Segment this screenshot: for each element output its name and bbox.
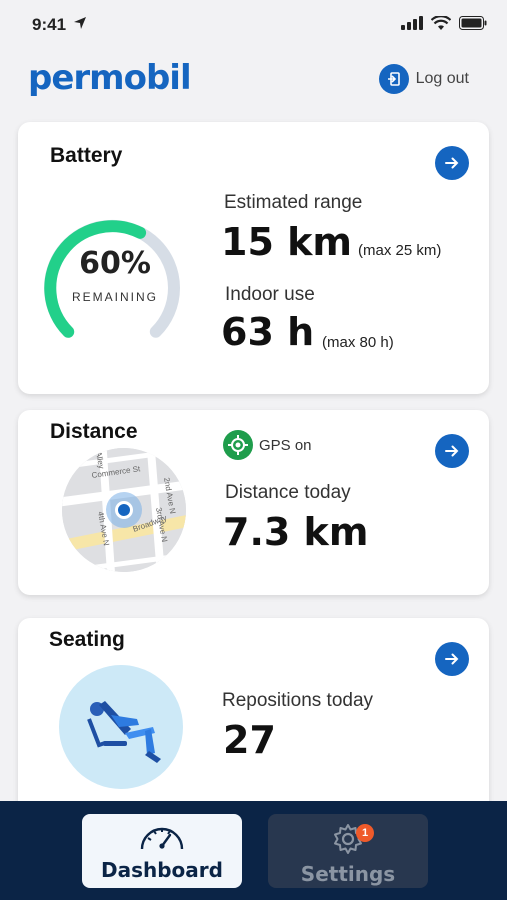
tab-settings-label: Settings	[300, 862, 396, 886]
distance-arrow-button[interactable]	[435, 434, 469, 468]
map-street-label: way	[62, 550, 78, 562]
tab-dashboard-label: Dashboard	[101, 858, 223, 882]
app-header: permobil Log out	[0, 50, 507, 110]
estimated-range-value: 15 km	[221, 220, 352, 264]
distance-card[interactable]: Distance GPS on Commerce St 2nd Ave N 3r…	[18, 410, 489, 595]
arrow-right-icon	[445, 445, 459, 457]
battery-title: Battery	[50, 144, 123, 167]
indoor-use-max: (max 80 h)	[322, 334, 394, 351]
logout-label: Log out	[415, 70, 469, 87]
settings-notification-badge: 1	[356, 824, 374, 842]
distance-title: Distance	[50, 420, 138, 443]
battery-percent: 60%	[79, 246, 151, 281]
bottom-tab-bar: Dashboard 1 Settings	[0, 801, 507, 900]
estimated-range-max: (max 25 km)	[358, 242, 442, 259]
reclined-seat-icon	[59, 665, 183, 789]
seating-arrow-button[interactable]	[435, 642, 469, 676]
gps-target-icon	[223, 430, 253, 460]
status-time: 9:41	[32, 15, 67, 34]
battery-gauge: 60% REMAINING	[40, 200, 210, 340]
speedometer-icon	[140, 827, 184, 850]
indoor-use-label: Indoor use	[225, 284, 315, 305]
tab-dashboard[interactable]: Dashboard	[82, 814, 242, 888]
gps-status: GPS on	[223, 430, 312, 460]
battery-remaining-label: REMAINING	[71, 290, 158, 304]
seating-title: Seating	[49, 628, 125, 651]
status-bar: 9:41	[0, 0, 507, 50]
distance-today-label: Distance today	[225, 482, 351, 503]
battery-card[interactable]: Battery 60% REMAINING Estimated range 15…	[18, 122, 489, 394]
location-map[interactable]: Commerce St 2nd Ave N 3rd Ave N 4th Ave …	[62, 448, 186, 572]
distance-today-value: 7.3 km	[223, 510, 369, 554]
estimated-range-label: Estimated range	[224, 192, 363, 213]
repositions-today-value: 27	[223, 718, 276, 762]
tab-settings[interactable]: 1 Settings	[268, 814, 428, 888]
battery-status-icon	[459, 16, 487, 30]
arrow-right-icon	[445, 157, 459, 169]
cellular-signal-icon	[401, 16, 423, 30]
gps-label: GPS on	[259, 436, 312, 454]
wifi-icon	[431, 16, 451, 30]
arrow-right-icon	[445, 653, 459, 665]
logout-icon	[378, 64, 409, 94]
logout-button[interactable]: Log out	[378, 64, 469, 94]
battery-arrow-button[interactable]	[435, 146, 469, 180]
permobil-logo: permobil	[28, 58, 192, 98]
location-arrow-icon	[74, 17, 86, 29]
indoor-use-value: 63 h	[221, 310, 315, 354]
repositions-today-label: Repositions today	[222, 690, 374, 711]
seating-card[interactable]: Seating Repositions today 27	[18, 618, 489, 818]
